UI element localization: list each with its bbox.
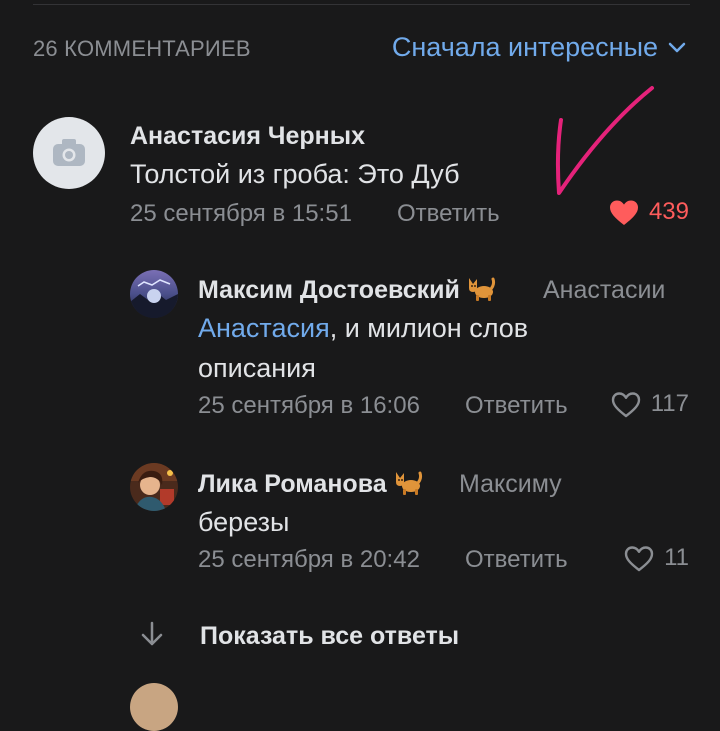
reply-author-name: Максим Достоевский <box>198 276 460 304</box>
cat-icon <box>393 470 423 503</box>
heart-filled-icon <box>609 200 638 225</box>
camera-placeholder-icon <box>53 139 85 166</box>
arrow-down-icon <box>140 620 200 653</box>
avatar[interactable] <box>130 463 178 511</box>
handwritten-checkmark <box>555 86 654 195</box>
reply-button[interactable]: Ответить <box>465 546 568 574</box>
avatar[interactable] <box>130 683 178 731</box>
like-count: 117 <box>650 390 689 417</box>
like-button[interactable]: 117 <box>611 390 689 418</box>
like-button[interactable]: 11 <box>624 544 689 572</box>
reply-date: 25 сентября в 20:42 <box>198 546 420 573</box>
heart-outline-icon <box>624 545 654 571</box>
reply-button[interactable]: Ответить <box>397 200 500 228</box>
comment-text: Толстой из гроба: Это Дуб <box>130 159 460 189</box>
like-count: 439 <box>648 198 689 225</box>
avatar-image <box>130 270 178 318</box>
avatar[interactable] <box>33 117 105 189</box>
reply-item: Лика Романова Максиму березы 25 сентября… <box>0 450 720 580</box>
reply-author-name: Лика Романова <box>198 470 387 498</box>
reply-button[interactable]: Ответить <box>465 392 568 420</box>
like-button[interactable]: 439 <box>609 198 689 226</box>
cat-icon <box>466 276 496 309</box>
avatar-image <box>130 463 178 511</box>
like-count: 11 <box>664 544 689 571</box>
comment-author[interactable]: Анастасия Черных <box>130 122 365 151</box>
show-all-label: Показать все ответы <box>200 622 460 650</box>
avatar[interactable] <box>130 270 178 318</box>
reply-item: Максим Достоевский Анастасии Анастасия, … <box>0 260 720 430</box>
reply-to-label[interactable]: Анастасии <box>543 276 665 305</box>
reply-author[interactable]: Максим Достоевский <box>198 276 496 309</box>
mention-link[interactable]: Анастасия <box>198 313 330 343</box>
reply-to-label[interactable]: Максиму <box>459 470 562 499</box>
reply-text: березы <box>198 507 290 537</box>
reply-date: 25 сентября в 16:06 <box>198 392 420 419</box>
heart-outline-icon <box>611 391 640 417</box>
show-all-replies-button[interactable]: Показать все ответы <box>140 620 459 653</box>
reply-text: Анастасия, и милион слов описания <box>198 308 578 388</box>
comment-date: 25 сентября в 15:51 <box>130 200 352 227</box>
reply-author[interactable]: Лика Романова <box>198 470 423 503</box>
